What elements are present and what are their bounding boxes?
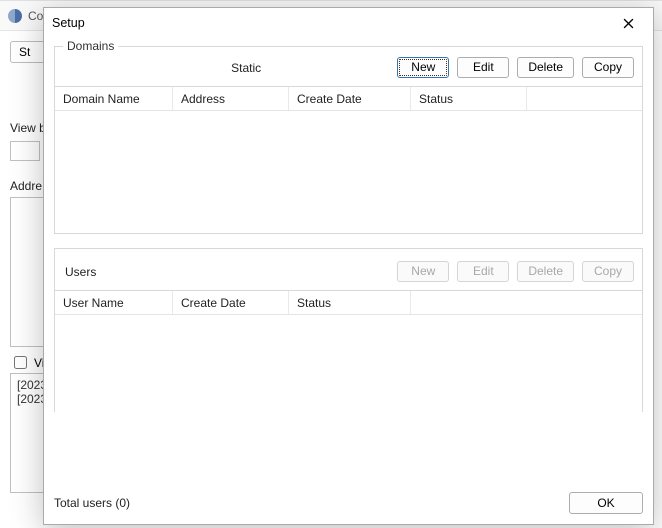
- users-new-button[interactable]: New: [397, 261, 449, 282]
- dialog-title: Setup: [52, 16, 85, 30]
- domains-table-header: Domain Name Address Create Date Status: [55, 87, 642, 111]
- col-spacer: [527, 87, 642, 110]
- view-by-dropdown[interactable]: [10, 141, 40, 161]
- col-create-date[interactable]: Create Date: [289, 87, 411, 110]
- domains-delete-button[interactable]: Delete: [517, 57, 574, 78]
- domains-new-button[interactable]: New: [397, 57, 449, 78]
- col-address[interactable]: Address: [173, 87, 289, 110]
- users-toolbar: Users New Edit Delete Copy: [55, 249, 642, 290]
- users-group: Users New Edit Delete Copy User Name Cre…: [54, 248, 643, 412]
- domains-toolbar: Static New Edit Delete Copy: [55, 47, 642, 86]
- users-copy-button[interactable]: Copy: [582, 261, 634, 282]
- col-domain-name[interactable]: Domain Name: [55, 87, 173, 110]
- domains-edit-button[interactable]: Edit: [457, 57, 509, 78]
- domains-table-body[interactable]: [55, 111, 642, 233]
- domains-group: Domains Static New Edit Delete Copy Doma…: [54, 46, 643, 234]
- users-delete-button[interactable]: Delete: [517, 261, 574, 282]
- users-table-header: User Name Create Date Status: [55, 291, 642, 315]
- app-logo-icon: [8, 9, 22, 23]
- users-edit-button[interactable]: Edit: [457, 261, 509, 282]
- ok-button[interactable]: OK: [569, 492, 643, 514]
- domains-group-label: Domains: [63, 39, 118, 53]
- dialog-footer: Total users (0) OK: [44, 484, 653, 524]
- dialog-titlebar: Setup: [44, 8, 653, 38]
- col-user-create-date[interactable]: Create Date: [173, 291, 289, 314]
- domains-table: Domain Name Address Create Date Status: [55, 86, 642, 233]
- total-users-label: Total users (0): [54, 496, 130, 510]
- close-icon: [623, 18, 634, 29]
- dialog-close-button[interactable]: [611, 10, 645, 36]
- col-status[interactable]: Status: [411, 87, 527, 110]
- domains-copy-button[interactable]: Copy: [582, 57, 634, 78]
- col-user-name[interactable]: User Name: [55, 291, 173, 314]
- static-label: Static: [63, 61, 389, 75]
- col-user-spacer: [411, 291, 642, 314]
- users-group-label: Users: [63, 265, 389, 279]
- setup-dialog: Setup Domains Static New Edit Delete Cop…: [43, 7, 654, 525]
- view-checkbox-input[interactable]: [14, 356, 27, 369]
- col-user-status[interactable]: Status: [289, 291, 411, 314]
- users-table-body[interactable]: [55, 315, 642, 415]
- users-table: User Name Create Date Status: [55, 290, 642, 415]
